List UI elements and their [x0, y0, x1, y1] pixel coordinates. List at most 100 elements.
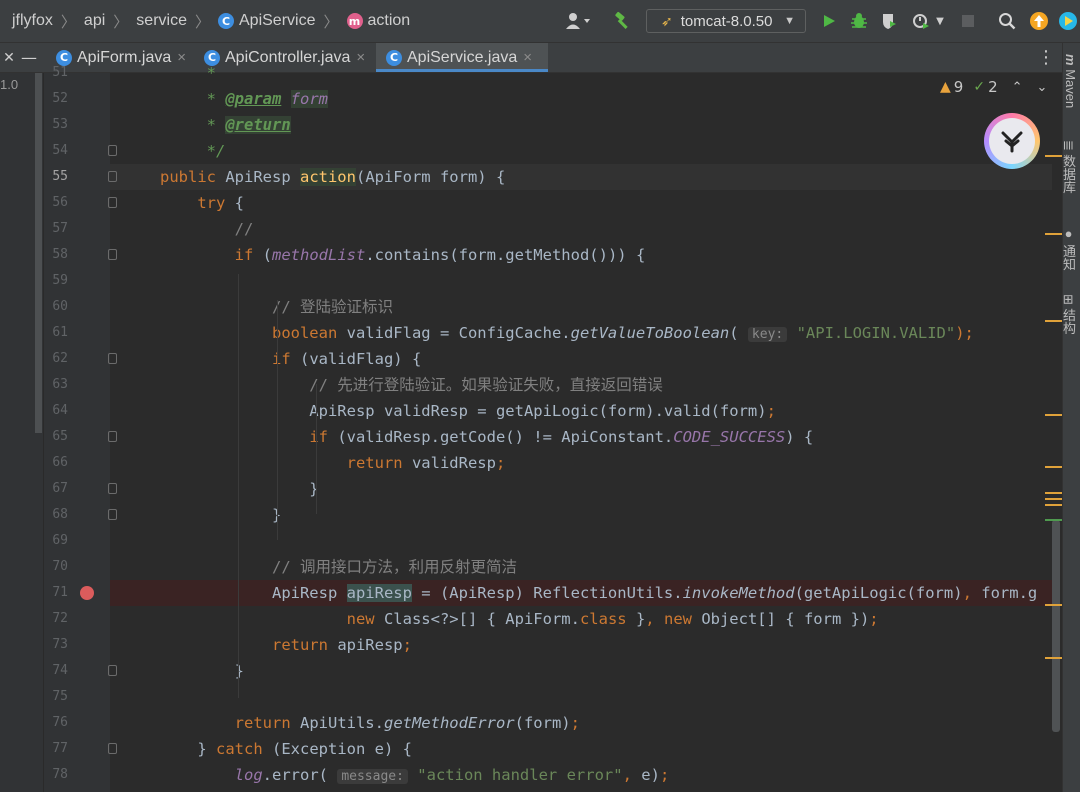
- breadcrumb-package-api[interactable]: api: [82, 12, 107, 30]
- code-line[interactable]: 66 return validResp;: [0, 450, 1052, 476]
- tool-window-database[interactable]: ≣ 数据库: [1061, 140, 1078, 194]
- fold-marker-icon[interactable]: [108, 353, 117, 364]
- code-line[interactable]: 76 return ApiUtils.getMethodError(form);: [0, 710, 1052, 736]
- info-marker[interactable]: [1045, 519, 1062, 521]
- code-line[interactable]: 61 boolean validFlag = ConfigCache.getVa…: [0, 320, 1052, 346]
- line-number[interactable]: 67: [44, 476, 68, 502]
- fold-marker-icon[interactable]: [108, 145, 117, 156]
- search-everywhere-button[interactable]: [994, 0, 1020, 42]
- line-number[interactable]: 76: [44, 710, 68, 736]
- plugin-button[interactable]: [1056, 0, 1080, 42]
- line-number[interactable]: 61: [44, 320, 68, 346]
- line-number[interactable]: 64: [44, 398, 68, 424]
- line-number[interactable]: 65: [44, 424, 68, 450]
- breakpoint-icon[interactable]: [80, 586, 94, 600]
- line-number[interactable]: 75: [44, 684, 68, 710]
- code-line[interactable]: 59: [0, 268, 1052, 294]
- stop-button[interactable]: [956, 0, 980, 42]
- coverage-button[interactable]: [876, 0, 902, 42]
- warning-marker[interactable]: [1045, 492, 1062, 494]
- fold-marker-icon[interactable]: [108, 197, 117, 208]
- code-line[interactable]: 56 try {: [0, 190, 1052, 216]
- tool-window-structure[interactable]: ⊞ 结构: [1061, 294, 1078, 335]
- chevron-down-icon[interactable]: ⌄: [1037, 80, 1048, 95]
- run-configuration-select[interactable]: ➶ tomcat-8.0.50 ▼: [646, 9, 806, 33]
- code-line[interactable]: 78 log.error( message: "action handler e…: [0, 762, 1052, 788]
- warning-marker[interactable]: [1045, 414, 1062, 416]
- line-number[interactable]: 70: [44, 554, 68, 580]
- code-line[interactable]: 69: [0, 528, 1052, 554]
- fold-marker-icon[interactable]: [108, 431, 117, 442]
- breadcrumb-method[interactable]: m action: [345, 12, 413, 30]
- warning-marker[interactable]: [1045, 604, 1062, 606]
- line-number[interactable]: 69: [44, 528, 68, 554]
- code-line[interactable]: 54 */: [0, 138, 1052, 164]
- breadcrumb-project[interactable]: jflyfox: [10, 12, 55, 30]
- code-line[interactable]: 62 if (validFlag) {: [0, 346, 1052, 372]
- warning-marker[interactable]: [1045, 498, 1062, 500]
- code-line[interactable]: 77 } catch (Exception e) {: [0, 736, 1052, 762]
- line-number[interactable]: 58: [44, 242, 68, 268]
- fold-marker-icon[interactable]: [108, 509, 117, 520]
- code-line[interactable]: 73 return apiResp;: [0, 632, 1052, 658]
- code-line[interactable]: 75: [0, 684, 1052, 710]
- code-line[interactable]: 52 * @param form: [0, 86, 1052, 112]
- line-number[interactable]: 71: [44, 580, 68, 606]
- warning-marker[interactable]: [1045, 466, 1062, 468]
- code-line[interactable]: 64 ApiResp validResp = getApiLogic(form)…: [0, 398, 1052, 424]
- chevron-up-icon[interactable]: ⌃: [1012, 80, 1023, 95]
- line-number[interactable]: 59: [44, 268, 68, 294]
- line-number[interactable]: 72: [44, 606, 68, 632]
- line-number[interactable]: 52: [44, 86, 68, 112]
- line-number[interactable]: 60: [44, 294, 68, 320]
- line-number[interactable]: 66: [44, 450, 68, 476]
- inspection-widget[interactable]: ▲ 9 ✓ 2 ⌃ ⌄: [940, 78, 1047, 96]
- fold-marker-icon[interactable]: [108, 743, 117, 754]
- line-number[interactable]: 51: [44, 60, 68, 86]
- line-number[interactable]: 55: [44, 164, 68, 190]
- user-account-button[interactable]: [560, 0, 596, 42]
- debug-button[interactable]: [846, 0, 872, 42]
- warning-marker[interactable]: [1045, 504, 1062, 506]
- code-line[interactable]: 63 // 先进行登陆验证。如果验证失败，直接返回错误: [0, 372, 1052, 398]
- breadcrumb-package-service[interactable]: service: [134, 12, 189, 30]
- code-line[interactable]: 67 }: [0, 476, 1052, 502]
- line-number[interactable]: 57: [44, 216, 68, 242]
- assistant-avatar[interactable]: [984, 113, 1040, 169]
- code-line[interactable]: 53 * @return: [0, 112, 1052, 138]
- tool-window-maven[interactable]: m Maven: [1063, 54, 1078, 108]
- line-number[interactable]: 54: [44, 138, 68, 164]
- line-number[interactable]: 63: [44, 372, 68, 398]
- line-number[interactable]: 78: [44, 762, 68, 788]
- code-line[interactable]: 72 new Class<?>[] { ApiForm.class }, new…: [0, 606, 1052, 632]
- line-number[interactable]: 53: [44, 112, 68, 138]
- code-line[interactable]: 70 // 调用接口方法，利用反射更简洁: [0, 554, 1052, 580]
- line-number[interactable]: 68: [44, 502, 68, 528]
- editor-scrollbar-thumb[interactable]: [1052, 520, 1060, 732]
- code-line[interactable]: 65 if (validResp.getCode() != ApiConstan…: [0, 424, 1052, 450]
- updates-button[interactable]: [1026, 0, 1052, 42]
- run-button[interactable]: [816, 0, 842, 42]
- code-line[interactable]: 71 ApiResp apiResp = (ApiResp) Reflectio…: [0, 580, 1052, 606]
- breadcrumb-class[interactable]: C ApiService: [216, 12, 317, 30]
- tool-window-notifications[interactable]: ● 通知: [1061, 226, 1078, 271]
- fold-marker-icon[interactable]: [108, 249, 117, 260]
- build-button[interactable]: [608, 0, 636, 42]
- line-number[interactable]: 62: [44, 346, 68, 372]
- code-line[interactable]: 55 public ApiResp action(ApiForm form) {: [0, 164, 1052, 190]
- code-line[interactable]: 74 }: [0, 658, 1052, 684]
- line-number[interactable]: 73: [44, 632, 68, 658]
- profiler-button[interactable]: ▼: [906, 0, 950, 42]
- code-line[interactable]: 57 //: [0, 216, 1052, 242]
- code-line[interactable]: 51 *: [0, 60, 1052, 86]
- fold-marker-icon[interactable]: [108, 665, 117, 676]
- code-line[interactable]: 68 }: [0, 502, 1052, 528]
- line-number[interactable]: 74: [44, 658, 68, 684]
- warning-marker[interactable]: [1045, 657, 1062, 659]
- code-line[interactable]: 58 if (methodList.contains(form.getMetho…: [0, 242, 1052, 268]
- line-number[interactable]: 56: [44, 190, 68, 216]
- fold-marker-icon[interactable]: [108, 171, 117, 182]
- fold-marker-icon[interactable]: [108, 483, 117, 494]
- line-number[interactable]: 77: [44, 736, 68, 762]
- code-line[interactable]: 60 // 登陆验证标识: [0, 294, 1052, 320]
